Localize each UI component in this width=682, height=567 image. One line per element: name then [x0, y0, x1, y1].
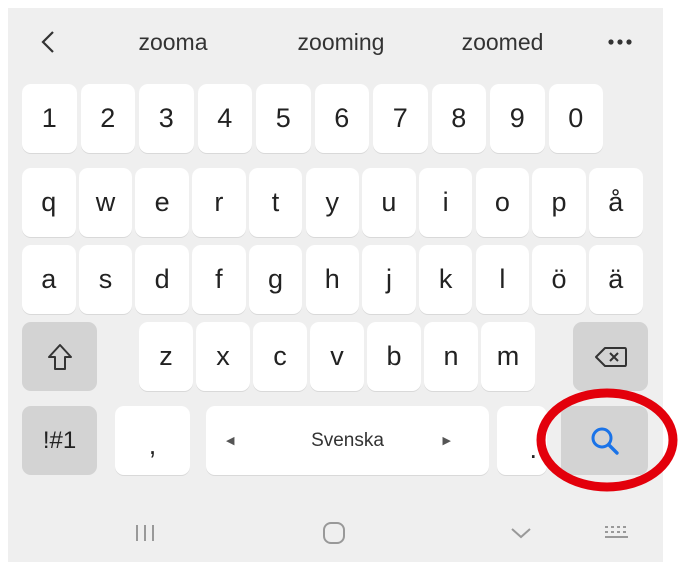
shift-key[interactable]: [22, 322, 97, 391]
back-button[interactable]: [23, 8, 73, 76]
key-4-row3[interactable]: f: [192, 245, 246, 314]
key-digit-8-row1[interactable]: 8: [431, 84, 486, 153]
key-10-row3[interactable]: ö: [532, 245, 586, 314]
more-icon: [608, 39, 632, 45]
key-4-row2[interactable]: r: [192, 168, 246, 237]
suggestion-3[interactable]: zoomed: [440, 8, 565, 76]
key-digit-3-row1[interactable]: 3: [139, 84, 194, 153]
key-2-row3[interactable]: s: [78, 245, 133, 314]
key-5-row3[interactable]: g: [248, 245, 303, 314]
key-1-row2[interactable]: q: [22, 168, 76, 237]
key-3-row4[interactable]: c: [253, 322, 307, 391]
recent-apps-button[interactable]: [120, 513, 170, 553]
key-2-row2[interactable]: w: [78, 168, 133, 237]
keyboard-icon: [605, 526, 628, 538]
key-2-row4[interactable]: x: [196, 322, 250, 391]
key-7-row4[interactable]: m: [481, 322, 535, 391]
backspace-icon: [594, 346, 627, 367]
highlight-circle: [536, 388, 678, 492]
key-7-row3[interactable]: j: [362, 245, 416, 314]
comma-key[interactable]: ,: [115, 406, 190, 475]
backspace-key[interactable]: [573, 322, 648, 391]
shift-icon: [47, 343, 72, 370]
more-button[interactable]: [592, 8, 648, 76]
keyboard-switch-button[interactable]: [592, 513, 642, 553]
space-bar[interactable]: ◀ Svenska ▶: [206, 406, 489, 475]
key-6-row3[interactable]: h: [305, 245, 359, 314]
suggestion-2[interactable]: zooming: [276, 8, 406, 76]
key-5-row4[interactable]: b: [367, 322, 421, 391]
home-icon: [323, 522, 345, 544]
key-6-row4[interactable]: n: [424, 322, 478, 391]
key-6-row2[interactable]: y: [305, 168, 359, 237]
home-button[interactable]: [309, 513, 359, 553]
key-11-row3[interactable]: ä: [589, 245, 643, 314]
key-3-row3[interactable]: d: [135, 245, 189, 314]
key-4-row4[interactable]: v: [310, 322, 364, 391]
key-digit-5-row1[interactable]: 5: [256, 84, 311, 153]
key-digit-2-row1[interactable]: 2: [80, 84, 135, 153]
key-digit-10-row1[interactable]: 0: [548, 84, 603, 153]
hide-keyboard-icon: [511, 528, 531, 539]
key-1-row4[interactable]: z: [139, 322, 193, 391]
key-8-row2[interactable]: i: [418, 168, 473, 237]
key-digit-9-row1[interactable]: 9: [490, 84, 545, 153]
key-5-row2[interactable]: t: [248, 168, 303, 237]
arrow-right-icon: ▶: [442, 435, 451, 447]
key-10-row2[interactable]: p: [532, 168, 586, 237]
key-digit-4-row1[interactable]: 4: [197, 84, 252, 153]
key-1-row3[interactable]: a: [22, 245, 76, 314]
suggestion-1[interactable]: zooma: [113, 8, 233, 76]
arrow-left-icon: ◀: [226, 435, 235, 447]
key-11-row2[interactable]: å: [589, 168, 643, 237]
space-language-label: Svenska: [311, 429, 384, 451]
key-9-row2[interactable]: o: [475, 168, 530, 237]
key-7-row2[interactable]: u: [362, 168, 416, 237]
symbols-key[interactable]: !#1: [22, 406, 97, 475]
key-digit-7-row1[interactable]: 7: [373, 84, 428, 153]
key-9-row3[interactable]: l: [475, 245, 530, 314]
recent-apps-icon: [136, 525, 154, 541]
hide-keyboard-button[interactable]: [496, 513, 546, 553]
chevron-left-icon: [41, 31, 54, 53]
key-3-row2[interactable]: e: [135, 168, 189, 237]
key-digit-1-row1[interactable]: 1: [22, 84, 77, 153]
key-8-row3[interactable]: k: [418, 245, 473, 314]
key-digit-6-row1[interactable]: 6: [314, 84, 369, 153]
